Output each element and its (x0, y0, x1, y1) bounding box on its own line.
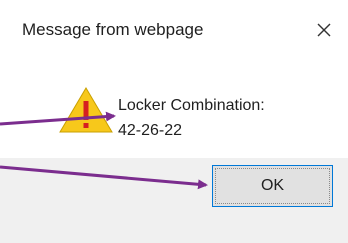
arrow-to-message (0, 111, 116, 126)
annotation-arrows (0, 111, 208, 190)
arrow-to-ok-button (0, 165, 208, 190)
